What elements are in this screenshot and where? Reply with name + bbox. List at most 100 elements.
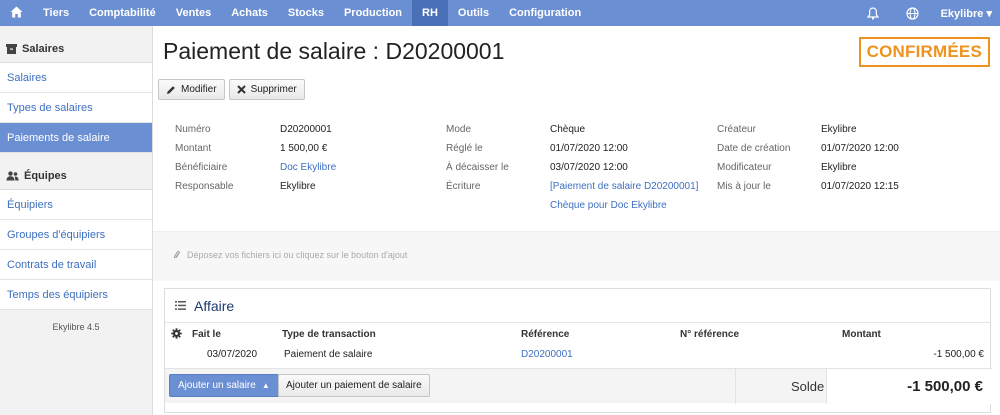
nav-item-ventes[interactable]: Ventes	[166, 0, 221, 26]
edit-button[interactable]: Modifier	[158, 79, 225, 100]
column-header-type[interactable]: Type de transaction	[282, 329, 376, 340]
paperclip-icon	[173, 250, 181, 260]
sidebar-item-equipiers[interactable]: Équipiers	[0, 190, 152, 220]
main-content: Paiement de salaire : D20200001 CONFIRMÉ…	[153, 26, 1000, 415]
column-header-reference[interactable]: Référence	[521, 329, 569, 340]
field-label-mode: Mode	[446, 124, 472, 135]
field-label-a-decaisser-le: À décaisser le	[446, 162, 509, 173]
balance-value: -1 500,00 €	[826, 369, 992, 404]
add-salary-payment-label: Ajouter un paiement de salaire	[286, 380, 422, 391]
add-salary-payment-button[interactable]: Ajouter un paiement de salaire	[278, 374, 430, 397]
field-label-mis-a-jour-le: Mis à jour le	[717, 181, 771, 192]
close-icon	[236, 85, 246, 94]
cell-date: 03/07/2020	[207, 349, 258, 360]
column-header-montant[interactable]: Montant	[842, 329, 881, 340]
user-menu[interactable]: Ekylibre ▾	[933, 7, 1000, 20]
sidebar: Salaires Salaires Types de salaires Paie…	[0, 26, 153, 415]
sidebar-item-salaires[interactable]: Salaires	[0, 63, 152, 93]
archive-box-icon	[6, 44, 17, 54]
field-label-beneficiaire: Bénéficiaire	[175, 162, 228, 173]
sidebar-item-temps-des-equipiers[interactable]: Temps des équipiers	[0, 280, 152, 310]
cell-reference-link[interactable]: D20200001	[521, 349, 573, 360]
add-salary-label: Ajouter un salaire	[178, 380, 256, 391]
affaire-panel: Affaire Fait le Type de transaction Réfé…	[164, 288, 992, 413]
fields-column-1: Numéro D20200001 Montant 1 500,00 € Bénéfi…	[175, 124, 336, 200]
field-link-beneficiaire[interactable]: Doc Ekylibre	[280, 162, 336, 181]
add-salary-button[interactable]: Ajouter un salaire ▲	[169, 374, 279, 397]
sidebar-item-groupes-d-equipiers[interactable]: Groupes d'équipiers	[0, 220, 152, 250]
fields-column-3: Créateur Ekylibre Date de création 01/07/2…	[717, 124, 899, 200]
delete-button-label: Supprimer	[250, 84, 297, 95]
nav-item-outils[interactable]: Outils	[448, 0, 499, 26]
delete-button[interactable]: Supprimer	[228, 79, 305, 100]
cell-type: Paiement de salaire	[284, 349, 373, 360]
field-label-numero: Numéro	[175, 124, 211, 135]
sidebar-list-salaires: Salaires Types de salaires Paiements de …	[0, 62, 152, 153]
sidebar-item-contrats-de-travail[interactable]: Contrats de travail	[0, 250, 152, 280]
field-value-createur: Ekylibre	[821, 124, 857, 135]
chevron-down-icon: ▾	[986, 7, 992, 20]
pencil-icon	[166, 85, 176, 95]
settings-gear-icon[interactable]	[171, 328, 182, 342]
field-value-responsable: Ekylibre	[280, 181, 316, 192]
cell-amount: -1 500,00 €	[933, 349, 984, 360]
notifications-bell-icon[interactable]	[853, 0, 893, 26]
affaire-title: Affaire	[194, 297, 235, 314]
app-version: Ekylibre 4.5	[52, 322, 100, 332]
field-label-responsable: Responsable	[175, 181, 234, 192]
sidebar-section-salaires: Salaires	[0, 36, 152, 62]
field-value-mis-a-jour-le: 01/07/2020 12:15	[821, 181, 899, 192]
nav-item-achats[interactable]: Achats	[221, 0, 278, 26]
dropzone-text: Déposez vos fichiers ici ou cliquez sur …	[187, 250, 408, 260]
column-header-n-reference[interactable]: N° référence	[680, 329, 739, 340]
status-badge: CONFIRMÉES	[858, 37, 990, 67]
file-dropzone[interactable]: Déposez vos fichiers ici ou cliquez sur …	[153, 231, 1000, 281]
toolbar: Modifier Supprimer	[158, 79, 305, 100]
table-row: 03/07/2020 Paiement de salaire D20200001…	[165, 349, 992, 365]
field-label-modificateur: Modificateur	[717, 162, 772, 173]
sidebar-item-paiements-de-salaire[interactable]: Paiements de salaire	[0, 123, 152, 153]
caret-up-icon: ▲	[261, 381, 270, 390]
nav-item-configuration[interactable]: Configuration	[499, 0, 591, 26]
page-title: Paiement de salaire : D20200001	[163, 38, 505, 64]
column-header-fait-le[interactable]: Fait le	[192, 329, 221, 340]
nav-item-tiers[interactable]: Tiers	[33, 0, 79, 26]
field-label-montant: Montant	[175, 143, 212, 154]
nav-item-production[interactable]: Production	[334, 0, 412, 26]
user-name: Ekylibre	[940, 7, 984, 20]
top-navbar: Tiers Comptabilité Ventes Achats Stocks …	[0, 0, 1000, 26]
field-link-cheque[interactable]: Chèque pour Doc Ekylibre	[550, 200, 667, 219]
list-icon	[175, 301, 186, 310]
nav-item-stocks[interactable]: Stocks	[278, 0, 334, 26]
field-label-createur: Créateur	[717, 124, 756, 135]
table-header-row: Fait le Type de transaction Référence N°…	[165, 328, 992, 345]
sidebar-item-types-de-salaires[interactable]: Types de salaires	[0, 93, 152, 123]
nav-item-comptabilite[interactable]: Comptabilité	[79, 0, 166, 26]
globe-icon[interactable]	[893, 0, 933, 26]
edit-button-label: Modifier	[181, 84, 217, 95]
home-button[interactable]	[0, 0, 33, 26]
sidebar-section-title: Équipes	[24, 170, 67, 182]
field-label-regle-le: Réglé le	[446, 143, 483, 154]
field-value-montant: 1 500,00 €	[280, 143, 328, 154]
home-icon	[10, 6, 23, 21]
field-link-ecriture[interactable]: [Paiement de salaire D20200001]	[550, 181, 698, 200]
field-value-date-de-creation: 01/07/2020 12:00	[821, 143, 899, 154]
balance-box: Solde -1 500,00 €	[735, 369, 992, 404]
sidebar-section-title: Salaires	[22, 43, 65, 55]
field-value-mode: Chèque	[550, 124, 586, 135]
affaire-footer: Ajouter un salaire ▲ Ajouter un paiement…	[165, 368, 992, 404]
fields-column-2: Mode Chèque Réglé le 01/07/2020 12:00 À dé…	[446, 124, 698, 219]
field-label-ecriture: Écriture	[446, 181, 481, 192]
field-value-numero: D20200001	[280, 124, 332, 135]
affaire-header: Affaire	[165, 289, 990, 323]
field-label-date-de-creation: Date de création	[717, 143, 791, 154]
sidebar-list-equipes: Équipiers Groupes d'équipiers Contrats d…	[0, 189, 152, 310]
sidebar-section-equipes: Équipes	[0, 163, 152, 189]
balance-label: Solde	[791, 379, 825, 394]
field-value-a-decaisser-le: 03/07/2020 12:00	[550, 162, 628, 173]
nav-item-rh[interactable]: RH	[412, 0, 448, 26]
users-icon	[6, 171, 19, 181]
field-value-modificateur: Ekylibre	[821, 162, 857, 173]
field-value-regle-le: 01/07/2020 12:00	[550, 143, 628, 154]
